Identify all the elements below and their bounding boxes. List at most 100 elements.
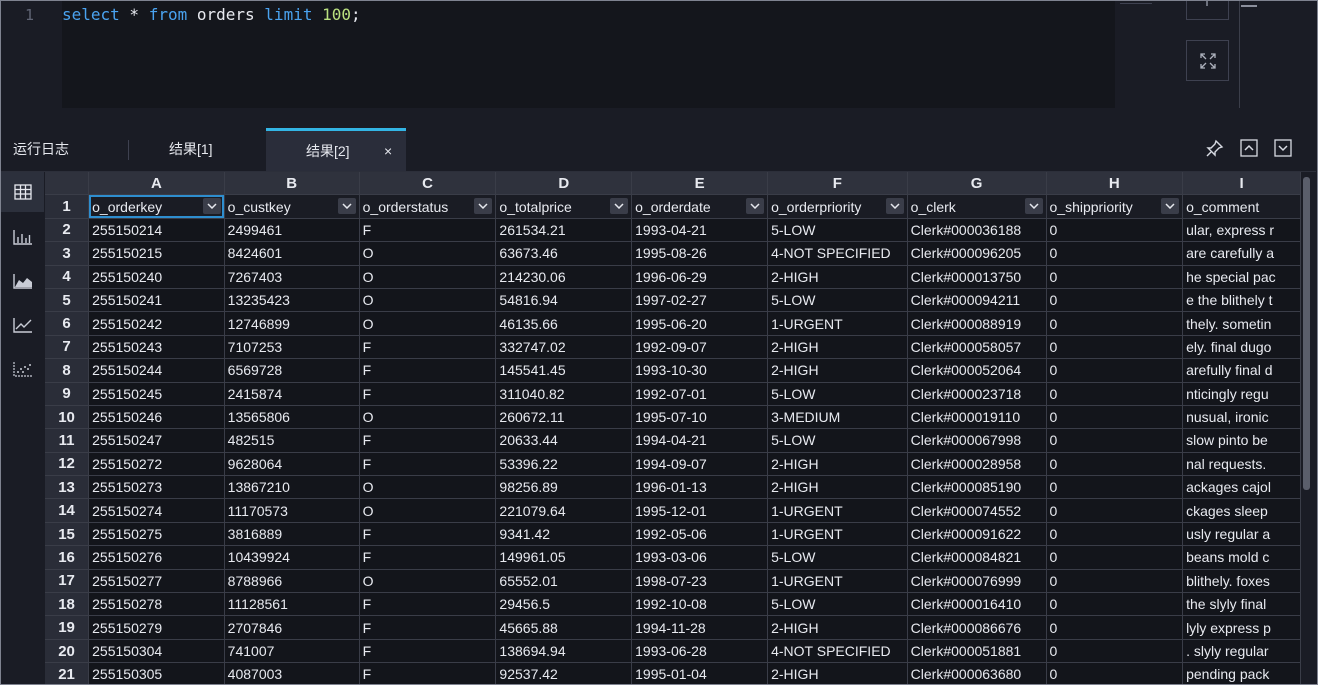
table-cell[interactable]: Clerk#000013750 [907, 265, 1047, 289]
table-cell[interactable]: 0 [1046, 405, 1184, 430]
row-number[interactable]: 5 [45, 288, 90, 313]
table-cell[interactable]: O [359, 265, 497, 289]
table-cell[interactable]: Clerk#000074552 [907, 498, 1047, 523]
table-cell[interactable]: 3816889 [224, 522, 360, 547]
table-cell[interactable]: 1998-07-23 [631, 569, 769, 594]
table-cell[interactable]: Clerk#000088919 [907, 311, 1047, 336]
filter-dropdown-icon[interactable] [202, 198, 221, 215]
field-header-cell[interactable]: o_shippriority [1046, 194, 1184, 219]
sql-code[interactable]: select * from orders limit 100; [62, 5, 361, 24]
table-cell[interactable]: 0 [1046, 265, 1184, 289]
table-cell[interactable]: F [359, 639, 497, 664]
table-cell[interactable]: 255150247 [88, 428, 225, 453]
table-cell[interactable]: 4-NOT SPECIFIED [767, 639, 908, 664]
table-cell[interactable]: O [359, 241, 497, 266]
table-cell[interactable]: 482515 [224, 428, 360, 453]
table-cell[interactable]: 255150278 [88, 592, 225, 617]
row-number[interactable]: 15 [45, 522, 90, 547]
table-cell[interactable]: 4-NOT SPECIFIED [767, 241, 908, 266]
table-cell[interactable]: 1-URGENT [767, 569, 908, 594]
table-cell[interactable]: 0 [1046, 569, 1184, 594]
table-cell[interactable]: Clerk#000016410 [907, 592, 1047, 617]
column-letter[interactable]: D [495, 172, 633, 196]
table-cell[interactable]: 2707846 [224, 615, 360, 640]
pin-icon[interactable] [1206, 139, 1224, 157]
table-cell[interactable]: 1993-03-06 [631, 545, 769, 570]
table-cell[interactable]: 255150243 [88, 335, 225, 360]
row-number[interactable]: 19 [45, 615, 90, 640]
table-cell[interactable]: he special pac [1182, 265, 1301, 289]
field-header-cell[interactable]: o_orderkey [88, 194, 225, 219]
row-number[interactable]: 8 [45, 358, 90, 383]
filter-dropdown-icon[interactable] [337, 198, 356, 215]
table-cell[interactable]: 92537.42 [495, 662, 633, 684]
table-cell[interactable]: e the blithely t [1182, 288, 1301, 313]
table-cell[interactable]: arefully final d [1182, 358, 1301, 383]
table-cell[interactable]: slow pinto be [1182, 428, 1301, 453]
table-cell[interactable]: Clerk#000076999 [907, 569, 1047, 594]
table-cell[interactable]: 8788966 [224, 569, 360, 594]
filter-dropdown-icon[interactable] [885, 198, 904, 215]
table-cell[interactable]: O [359, 475, 497, 500]
tab-result-1[interactable]: 结果[1] [169, 128, 213, 171]
table-cell[interactable]: 7267403 [224, 265, 360, 289]
fullscreen-button[interactable] [1186, 40, 1229, 81]
table-cell[interactable]: 12746899 [224, 311, 360, 336]
tab-run-log[interactable]: 运行日志 [13, 128, 69, 171]
row-number[interactable]: 1 [45, 194, 90, 219]
table-cell[interactable]: 255150274 [88, 498, 225, 523]
table-cell[interactable]: 2-HIGH [767, 335, 908, 360]
table-cell[interactable]: 1995-01-04 [631, 662, 769, 684]
table-cell[interactable]: 5-LOW [767, 592, 908, 617]
table-cell[interactable]: Clerk#000084821 [907, 545, 1047, 570]
table-cell[interactable]: 0 [1046, 335, 1184, 360]
field-header-cell[interactable]: o_clerk [907, 194, 1047, 219]
table-cell[interactable]: 5-LOW [767, 545, 908, 570]
table-cell[interactable]: 145541.45 [495, 358, 633, 383]
table-cell[interactable]: O [359, 405, 497, 430]
table-cell[interactable]: Clerk#000086676 [907, 615, 1047, 640]
row-number[interactable]: 21 [45, 662, 90, 684]
table-cell[interactable]: Clerk#000052064 [907, 358, 1047, 383]
table-cell[interactable]: 0 [1046, 498, 1184, 523]
table-cell[interactable]: O [359, 569, 497, 594]
table-cell[interactable]: 1995-06-20 [631, 311, 769, 336]
table-cell[interactable]: O [359, 498, 497, 523]
table-cell[interactable]: Clerk#000019110 [907, 405, 1047, 430]
table-cell[interactable]: Clerk#000067998 [907, 428, 1047, 453]
table-cell[interactable]: O [359, 311, 497, 336]
table-cell[interactable]: 1992-10-08 [631, 592, 769, 617]
row-number[interactable]: 6 [45, 311, 90, 336]
field-header-cell[interactable]: o_comment [1182, 194, 1301, 219]
table-cell[interactable]: 214230.06 [495, 265, 633, 289]
table-cell[interactable]: 0 [1046, 615, 1184, 640]
table-cell[interactable]: beans mold c [1182, 545, 1301, 570]
table-cell[interactable]: 2-HIGH [767, 358, 908, 383]
tab-result-2[interactable]: 结果[2] × [266, 128, 406, 171]
scatter-chart-button[interactable] [1, 349, 44, 389]
table-cell[interactable]: 255150214 [88, 218, 225, 243]
table-cell[interactable]: 255150245 [88, 382, 225, 406]
table-cell[interactable]: 0 [1046, 241, 1184, 266]
table-cell[interactable]: 1995-08-26 [631, 241, 769, 266]
table-cell[interactable]: 3-MEDIUM [767, 405, 908, 430]
column-letter[interactable]: E [631, 172, 769, 196]
table-cell[interactable]: 2499461 [224, 218, 360, 243]
field-header-cell[interactable]: o_orderpriority [767, 194, 908, 219]
collapse-bar-icon[interactable] [1241, 5, 1257, 7]
table-cell[interactable]: F [359, 358, 497, 383]
table-cell[interactable]: 260672.11 [495, 405, 633, 430]
table-cell[interactable]: 2415874 [224, 382, 360, 406]
table-cell[interactable]: 5-LOW [767, 288, 908, 313]
table-cell[interactable]: 1-URGENT [767, 311, 908, 336]
table-cell[interactable]: 0 [1046, 358, 1184, 383]
table-cell[interactable]: 2-HIGH [767, 452, 908, 477]
table-cell[interactable]: Clerk#000028958 [907, 452, 1047, 477]
table-cell[interactable]: 1996-01-13 [631, 475, 769, 500]
table-cell[interactable]: 149961.05 [495, 545, 633, 570]
table-cell[interactable]: pending pack [1182, 662, 1301, 684]
table-cell[interactable]: 0 [1046, 311, 1184, 336]
table-cell[interactable]: nal requests. [1182, 452, 1301, 477]
table-cell[interactable]: 63673.46 [495, 241, 633, 266]
column-letter[interactable]: A [88, 172, 225, 196]
